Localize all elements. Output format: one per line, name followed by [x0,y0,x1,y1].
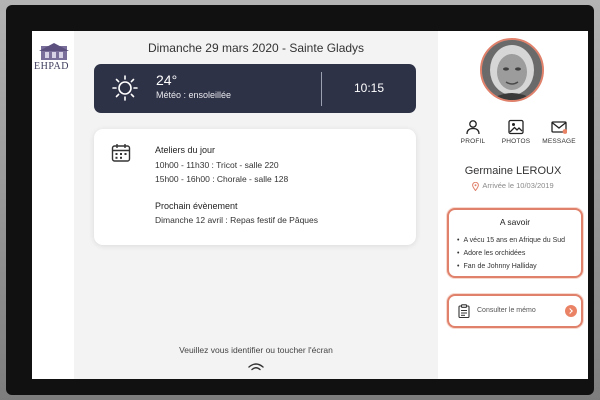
photo-icon [508,119,524,135]
weather-banner: 24° Météo : ensoleillée 10:15 [94,64,416,113]
about-item: A vécu 15 ans en Afrique du Sud [457,234,565,247]
logo-text: EHPAD [34,61,69,72]
about-box: A savoir A vécu 15 ans en Afrique du Sud… [447,208,583,278]
memo-label: Consulter le mémo [477,307,536,314]
tablet-frame: EHPAD Dimanche 29 mars 2020 - Sainte Gla… [0,0,600,400]
activities-card: Ateliers du jour 10h00 - 11h30 : Tricot … [94,129,416,245]
message-label: MESSAGE [542,138,576,145]
sun-icon [112,75,138,101]
message-button[interactable]: MESSAGE [539,119,579,145]
portrait-image [482,40,542,100]
about-list: A vécu 15 ans en Afrique du Sud Adore le… [457,234,565,273]
resident-panel: PROFIL PHOTOS MESSAGE Germaine LEROUX Ar… [438,31,588,379]
resident-avatar[interactable] [480,38,544,102]
calendar-icon [111,144,131,162]
logo-column: EHPAD [32,31,74,379]
person-icon [466,120,480,135]
chevron-right-icon[interactable] [565,305,577,317]
resident-name: Germaine LEROUX [464,165,562,177]
photos-button[interactable]: PHOTOS [496,119,536,145]
tablet-bezel: EHPAD Dimanche 29 mars 2020 - Sainte Gla… [6,5,594,395]
arrival-date: Arrivée le 10/03/2019 [438,181,588,191]
identify-prompt[interactable]: Veuillez vous identifier ou toucher l'éc… [74,345,438,355]
next-event-title: Prochain évènement [155,201,238,211]
activity-item: 10h00 - 11h30 : Tricot - salle 220 [155,160,279,170]
touch-wave-icon [248,363,264,371]
arrival-text: Arrivée le 10/03/2019 [482,181,554,190]
activity-item: 15h00 - 16h00 : Chorale - salle 128 [155,174,289,184]
location-pin-icon [472,181,480,191]
weather-description: Météo : ensoleillée [156,90,232,100]
date-line: Dimanche 29 mars 2020 - Sainte Gladys [147,41,365,55]
clipboard-icon [458,304,470,318]
about-title: A savoir [499,217,531,227]
clock-time: 10:15 [353,81,385,95]
photos-label: PHOTOS [501,138,531,145]
profile-label: PROFIL [460,138,486,145]
about-item: Adore les orchidées [457,247,565,260]
memo-button[interactable]: Consulter le mémo [447,294,583,328]
main-panel: Dimanche 29 mars 2020 - Sainte Gladys 24… [74,31,438,379]
activities-title: Ateliers du jour [155,145,216,155]
temperature: 24° [156,72,178,88]
profile-button[interactable]: PROFIL [453,119,493,145]
screen: EHPAD Dimanche 29 mars 2020 - Sainte Gla… [32,31,588,379]
mail-icon [551,121,567,134]
about-item: Fan de Johnny Halliday [457,260,565,273]
next-event-item: Dimanche 12 avril : Repas festif de Pâqu… [155,215,319,225]
